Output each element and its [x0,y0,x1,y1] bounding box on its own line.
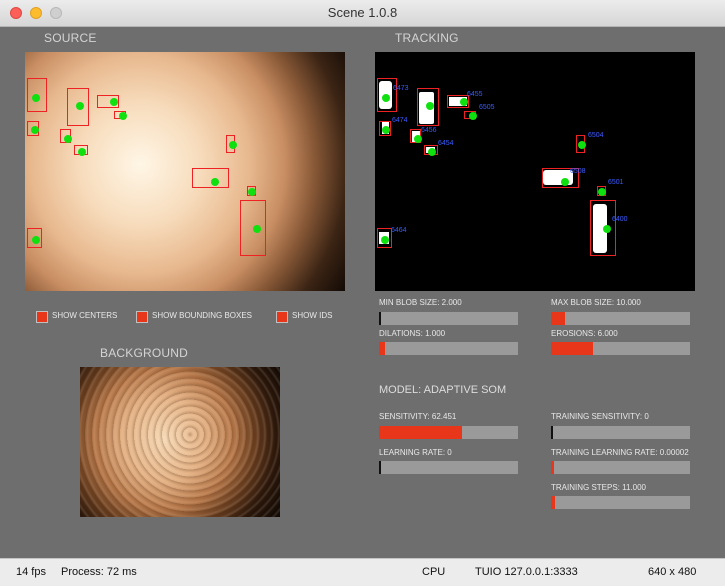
model-label: MODEL: ADAPTIVE SOM [379,384,507,396]
erosions-label: EROSIONS: 6.000 [551,329,618,338]
show-centers-checkbox[interactable] [36,311,48,323]
tracking-center-dot [598,188,606,196]
source-center-dot [32,236,40,244]
title-bar: Scene 1.0.8 [0,0,725,27]
tracking-id-label: 6456 [421,127,437,134]
source-center-dot [64,135,72,143]
tracking-center-dot [578,141,586,149]
tracking-id-label: 6501 [608,179,624,186]
tracking-center-dot [381,236,389,244]
dilations-label: DILATIONS: 1.000 [379,329,446,338]
erosions-slider[interactable] [551,342,690,355]
tracking-heading: TRACKING [395,31,459,45]
tracking-center-dot [561,178,569,186]
source-center-dot [110,98,118,106]
tracking-id-label: 6464 [391,227,407,234]
background-texture [80,367,280,517]
training-steps-slider[interactable] [551,496,690,509]
show-bounding-boxes-label: SHOW BOUNDING BOXES [152,311,253,320]
learning-rate-label: LEARNING RATE: 0 [379,448,452,457]
source-center-dot [76,102,84,110]
min-blob-size-label: MIN BLOB SIZE: 2.000 [379,298,462,307]
dilations-slider[interactable] [379,342,518,355]
tracking-center-dot [426,102,434,110]
fps-readout: 14 fps [16,566,46,578]
main-panel: SOURCE TRACKING 6473 6455 6505 6474 6456… [0,27,725,558]
tracking-center-dot [469,112,477,120]
tracking-id-label: 6504 [588,132,604,139]
slider-handle[interactable] [379,461,381,474]
source-view [25,52,345,291]
resolution-readout: 640 x 480 [648,566,697,578]
training-steps-label: TRAINING STEPS: 11.000 [551,483,646,492]
process-time-readout: Process: 72 ms [61,566,137,578]
tracking-id-label: 6455 [467,91,483,98]
tracking-center-dot [460,98,468,106]
tracking-center-dot [382,126,390,134]
slider-fill [379,426,463,439]
background-view [80,367,280,517]
tracking-id-label: 6474 [392,117,408,124]
training-learning-rate-label: TRAINING LEARNING RATE: 0.00002 [551,448,689,457]
tuio-address: TUIO 127.0.0.1:3333 [475,566,578,578]
source-heading: SOURCE [44,31,97,45]
training-learning-rate-slider[interactable] [551,461,690,474]
min-blob-size-slider[interactable] [379,312,518,325]
app-window: Scene 1.0.8 SOURCE TRACKING 6473 6455 65… [0,0,725,586]
source-center-dot [31,126,39,134]
source-center-dot [253,225,261,233]
sensitivity-slider[interactable] [379,426,518,439]
tracking-center-dot [603,225,611,233]
source-bounding-box [192,168,229,188]
show-ids-label: SHOW IDS [292,311,333,320]
show-bounding-boxes-checkbox[interactable] [136,311,148,323]
tracking-id-label: 6508 [570,168,586,175]
tracking-id-label: 6400 [612,216,628,223]
tracking-id-label: 6454 [438,140,454,147]
source-center-dot [229,141,237,149]
show-centers-label: SHOW CENTERS [52,311,118,320]
cpu-label: CPU [422,566,446,578]
background-heading: BACKGROUND [100,346,189,360]
source-center-dot [211,178,219,186]
tracking-center-dot [382,94,390,102]
tracking-id-label: 6473 [393,85,409,92]
tracking-center-dot [428,148,436,156]
slider-handle[interactable] [379,312,381,325]
source-center-dot [248,188,256,196]
slider-fill [551,461,554,474]
training-sensitivity-slider[interactable] [551,426,690,439]
max-blob-size-label: MAX BLOB SIZE: 10.000 [551,298,641,307]
source-center-dot [32,94,40,102]
status-bar: 14 fps Process: 72 ms CPU TUIO 127.0.0.1… [0,558,725,586]
source-center-dot [119,112,127,120]
learning-rate-slider[interactable] [379,461,518,474]
slider-fill [551,342,593,355]
show-ids-checkbox[interactable] [276,311,288,323]
sensitivity-label: SENSITIVITY: 62.451 [379,412,457,421]
tracking-view: 6473 6455 6505 6474 6456 6454 6504 6508 … [375,52,695,291]
training-sensitivity-label: TRAINING SENSITIVITY: 0 [551,412,649,421]
source-center-dot [78,148,86,156]
slider-fill [551,496,556,509]
slider-handle[interactable] [551,426,553,439]
slider-fill [379,342,385,355]
max-blob-size-slider[interactable] [551,312,690,325]
slider-fill [551,312,565,325]
tracking-center-dot [414,135,422,143]
window-title: Scene 1.0.8 [327,5,398,20]
tracking-id-label: 6505 [479,104,495,111]
